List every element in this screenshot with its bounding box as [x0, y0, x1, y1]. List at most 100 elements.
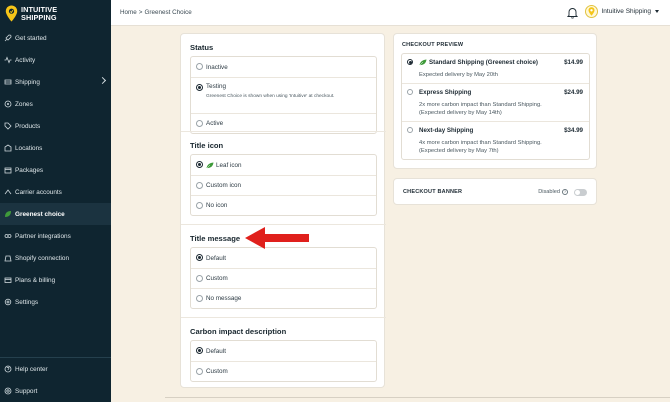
- sidebar-item-packages[interactable]: Packages: [0, 159, 111, 181]
- sidebar-item-plans-billing[interactable]: Plans & billing: [0, 269, 111, 291]
- rate-description-line: 4x more carbon impact than Standard Ship…: [419, 140, 542, 146]
- carrier-icon: [4, 189, 12, 195]
- option-label: Custom: [206, 275, 228, 282]
- status-option-active[interactable]: Active: [191, 113, 376, 133]
- radio-button[interactable]: [196, 295, 203, 302]
- breadcrumb-home-link[interactable]: Home: [120, 9, 137, 16]
- radio-button-selected[interactable]: [196, 84, 203, 91]
- divider: [181, 224, 386, 225]
- user-name: Intuitive Shipping: [601, 8, 651, 15]
- locations-icon: [4, 144, 12, 152]
- status-option-testing[interactable]: Testing Greenest Choice is shown when us…: [191, 77, 376, 113]
- annotation-arrow-icon: [245, 227, 309, 249]
- option-label: Active: [206, 120, 224, 127]
- brand-line-2: SHIPPING: [21, 12, 57, 22]
- radio-button[interactable]: [196, 202, 203, 209]
- checkout-banner-toggle[interactable]: [574, 189, 587, 196]
- carbon-option-default[interactable]: Default: [191, 341, 376, 361]
- option-label: Leaf icon: [216, 161, 242, 169]
- products-icon: [4, 122, 12, 130]
- radio-button-selected[interactable]: [196, 161, 203, 168]
- help-icon: [4, 365, 12, 373]
- rate-name: Next-day Shipping: [419, 127, 474, 134]
- sidebar-item-help-center[interactable]: Help center: [0, 358, 111, 380]
- rate-price: $34.99: [564, 127, 583, 134]
- caret-down-icon: [655, 10, 659, 13]
- billing-icon: [4, 277, 12, 283]
- title-message-option-default[interactable]: Default: [191, 248, 376, 268]
- sidebar-item-label: Shipping: [15, 78, 40, 86]
- title-message-option-none[interactable]: No message: [191, 288, 376, 308]
- rate-option-next-day[interactable]: Next-day Shipping $34.99 4x more carbon …: [402, 121, 589, 159]
- radio-button[interactable]: [196, 120, 203, 127]
- radio-button[interactable]: [407, 89, 413, 95]
- location-pin-icon: [5, 5, 18, 22]
- rocket-icon: [4, 34, 12, 42]
- rate-option-express[interactable]: Express Shipping $24.99 2x more carbon i…: [402, 83, 589, 121]
- logo[interactable]: INTUITIVE SHIPPING: [0, 0, 111, 27]
- title-icon-option-none[interactable]: No icon: [191, 195, 376, 215]
- sidebar-item-carrier-accounts[interactable]: Carrier accounts: [0, 181, 111, 203]
- option-label: Default: [206, 347, 226, 355]
- radio-button[interactable]: [196, 63, 203, 70]
- sidebar-item-settings[interactable]: Settings: [0, 291, 111, 313]
- rate-option-standard[interactable]: Standard Shipping (Greenest choice) $14.…: [402, 54, 589, 83]
- sidebar-item-greenest-choice[interactable]: Greenest choice: [0, 203, 111, 225]
- title-icon-option-leaf[interactable]: Leaf icon: [191, 155, 376, 175]
- rate-price: $24.99: [564, 89, 583, 96]
- radio-button[interactable]: [196, 182, 203, 189]
- sidebar-item-label: Activity: [15, 56, 36, 64]
- location-pin-icon: [588, 7, 595, 16]
- banner-status-label: Disabled: [538, 189, 560, 195]
- rate-description-line: 2x more carbon impact than Standard Ship…: [419, 102, 542, 108]
- option-label: Testing: [206, 83, 226, 90]
- question-icon[interactable]: ?: [562, 189, 568, 195]
- leaf-icon: [5, 211, 11, 217]
- sidebar-item-get-started[interactable]: Get started: [0, 27, 111, 49]
- checkout-banner-heading: CHECKOUT BANNER: [403, 188, 463, 195]
- status-option-inactive[interactable]: Inactive: [191, 57, 376, 77]
- banner-status: Disabled ?: [538, 189, 568, 195]
- sidebar-item-locations[interactable]: Locations: [0, 137, 111, 159]
- sidebar-item-partner-integrations[interactable]: Partner integrations: [0, 225, 111, 247]
- sidebar-item-label: Support: [15, 387, 38, 395]
- radio-button[interactable]: [196, 368, 203, 375]
- sidebar-item-zones[interactable]: Zones: [0, 93, 111, 115]
- carbon-option-custom[interactable]: Custom: [191, 361, 376, 381]
- sidebar-item-products[interactable]: Products: [0, 115, 111, 137]
- user-menu[interactable]: Intuitive Shipping: [585, 5, 659, 18]
- rate-name: Standard Shipping (Greenest choice): [419, 59, 583, 66]
- breadcrumb: Home > Greenest Choice: [120, 9, 192, 16]
- title-icon-option-custom[interactable]: Custom icon: [191, 175, 376, 195]
- title-message-option-custom[interactable]: Custom: [191, 268, 376, 288]
- option-label: Inactive: [206, 63, 228, 71]
- breadcrumb-separator: >: [138, 9, 143, 16]
- sidebar-item-label: Shopify connection: [15, 254, 70, 262]
- radio-button[interactable]: [196, 275, 203, 282]
- settings-icon: [4, 298, 12, 306]
- sidebar-nav: Get started Activity Shipping Zones Prod…: [0, 27, 111, 313]
- sidebar-item-label: Products: [15, 122, 41, 130]
- checkout-banner-panel: CHECKOUT BANNER Disabled ?: [393, 178, 597, 205]
- status-heading: Status: [190, 43, 214, 52]
- sidebar-item-activity[interactable]: Activity: [0, 49, 111, 71]
- sidebar-footer: Help center Support: [0, 357, 111, 402]
- sidebar-item-shipping[interactable]: Shipping: [0, 71, 111, 93]
- bell-icon[interactable]: [567, 7, 578, 19]
- radio-button-selected[interactable]: [407, 59, 413, 65]
- top-bar: Home > Greenest Choice Intuitive Shippin…: [111, 0, 670, 26]
- radio-button-selected[interactable]: [196, 347, 203, 354]
- status-radio-group: Inactive Testing Greenest Choice is show…: [190, 56, 377, 134]
- testing-note: Greenest Choice is shown when using 'Int…: [206, 94, 335, 99]
- breadcrumb-current: Greenest Choice: [144, 9, 192, 16]
- sidebar-item-support[interactable]: Support: [0, 380, 111, 402]
- sidebar-item-label: Settings: [15, 298, 39, 306]
- rate-name: Express Shipping: [419, 89, 472, 96]
- radio-button[interactable]: [407, 127, 413, 133]
- sidebar-item-shopify-connection[interactable]: Shopify connection: [0, 247, 111, 269]
- activity-icon: [4, 56, 12, 64]
- carbon-impact-heading: Carbon impact description: [190, 327, 287, 336]
- option-label: Custom: [206, 368, 228, 375]
- packages-icon: [4, 167, 12, 174]
- radio-button-selected[interactable]: [196, 254, 203, 261]
